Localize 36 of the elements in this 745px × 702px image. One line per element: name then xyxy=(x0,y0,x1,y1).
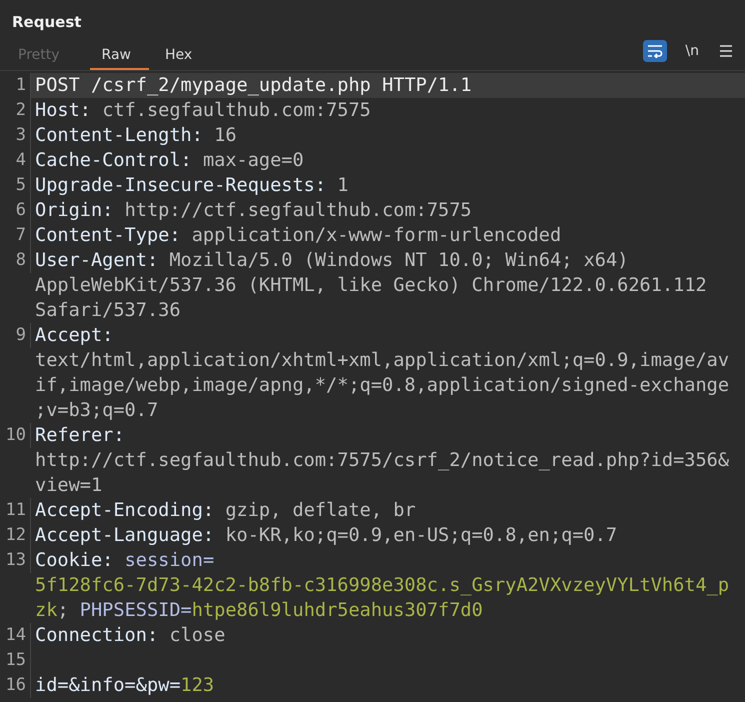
word-wrap-button[interactable] xyxy=(643,40,668,62)
line-number: 4 xyxy=(0,148,31,173)
code-line: Accept: text/html,application/xhtml+xml,application/xml;q=0.9,image/avif,image/webp,image/apng,*/*;q=0.8,application/signed-exchange;v=b3;q=0.7 xyxy=(34,324,730,423)
line-number: 15 xyxy=(0,648,31,673)
line-number: 6 xyxy=(0,198,31,223)
code-line: Accept-Language: ko-KR,ko;q=0.9,en-US;q=0.8,en;q=0.7 xyxy=(34,524,618,548)
line-number: 13 xyxy=(0,548,31,573)
line-number: 3 xyxy=(0,123,31,148)
line-number: 12 xyxy=(0,523,31,548)
line-number: 16 xyxy=(0,673,31,698)
code-line: id=&info=&pw=123 xyxy=(34,674,216,698)
code-line: Origin: http://ctf.segfaulthub.com:7575 xyxy=(34,199,473,223)
newline-toggle-button[interactable]: \n xyxy=(683,43,701,59)
code-line: Host: ctf.segfaulthub.com:7575 xyxy=(34,99,372,123)
code-line: Content-Type: application/x-www-form-urlencoded xyxy=(34,224,562,248)
panel-title: Request xyxy=(11,12,82,33)
line-number: 11 xyxy=(0,498,31,523)
line-number: 10 xyxy=(0,423,31,448)
line-number: 5 xyxy=(0,173,31,198)
menu-icon xyxy=(719,45,733,57)
tab[interactable]: Hex xyxy=(152,41,210,70)
code-line: Accept-Encoding: gzip, deflate, br xyxy=(34,499,417,523)
word-wrap-icon xyxy=(647,44,664,58)
tab[interactable]: Raw xyxy=(90,41,149,70)
line-number: 2 xyxy=(0,98,31,123)
line-number: 8 xyxy=(0,248,31,273)
code-line: Upgrade-Insecure-Requests: 1 xyxy=(34,174,350,198)
code-line: Connection: close xyxy=(34,624,226,648)
code-line: User-Agent: Mozilla/5.0 (Windows NT 10.0; Win64; x64) AppleWebKit/537.36 (KHTML, like Gecko) Chrome/122.0.6261.112 Safari/537.36 xyxy=(34,249,708,323)
menu-button[interactable] xyxy=(717,43,735,59)
code-line: Cache-Control: max-age=0 xyxy=(34,149,305,173)
code-line: Content-Length: 16 xyxy=(34,124,238,148)
line-number: 9 xyxy=(0,323,31,348)
line-number: 14 xyxy=(0,623,31,648)
line-number: 7 xyxy=(0,223,31,248)
code-line: Cookie: session= 5f128fc6-7d73-42c2-b8fb-c316998e308c.s_GsryA2VXvzeyVYLtVh6t4_pzk; PHPSESSID=htpe86l9luhdr5eahus307f7d0 xyxy=(34,549,730,623)
